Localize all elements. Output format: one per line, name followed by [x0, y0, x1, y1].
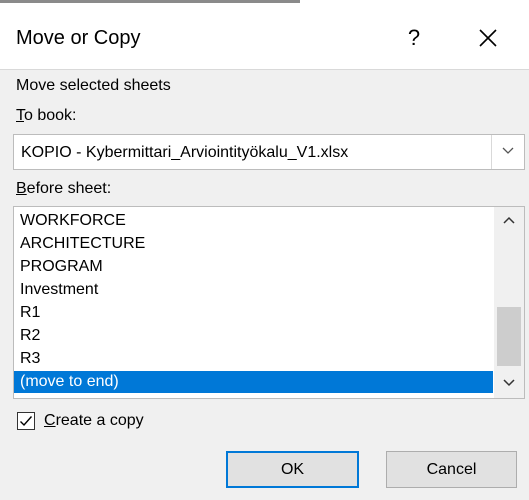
to-book-dropdown[interactable]: KOPIO - Kybermittari_Arviointityökalu_V1…: [13, 134, 525, 170]
to-book-label-text: o book:: [24, 107, 77, 124]
close-icon: [479, 29, 497, 47]
sheet-list-item[interactable]: R2: [14, 325, 493, 347]
sheet-list-item[interactable]: Investment: [14, 279, 493, 301]
cancel-button[interactable]: Cancel: [386, 451, 517, 488]
close-button[interactable]: [468, 22, 508, 54]
before-sheet-label-text: efore sheet:: [26, 180, 112, 197]
sheet-list-item[interactable]: R3: [14, 348, 493, 370]
sheet-list-item[interactable]: WORKFORCE: [14, 210, 493, 232]
before-sheet-label-accelerator: B: [16, 180, 27, 197]
dialog-title: Move or Copy: [16, 27, 141, 49]
chevron-down-icon: [502, 147, 514, 154]
create-copy-label-text: reate a copy: [55, 412, 144, 429]
to-book-dropdown-button[interactable]: [491, 135, 524, 169]
list-scrollbar[interactable]: [494, 207, 524, 398]
move-selected-sheets-heading: Move selected sheets: [16, 77, 171, 94]
title-bar: Move or Copy ?: [0, 0, 529, 70]
create-copy-checkbox[interactable]: [17, 412, 35, 430]
sheet-list-item-selected[interactable]: (move to end): [14, 371, 493, 393]
help-button[interactable]: ?: [396, 22, 432, 54]
scrollbar-thumb[interactable]: [497, 307, 521, 366]
before-sheet-label: Before sheet:: [16, 179, 111, 199]
sheet-list-item[interactable]: R1: [14, 302, 493, 324]
scroll-down-button[interactable]: [494, 370, 524, 398]
to-book-selected-value: KOPIO - Kybermittari_Arviointityökalu_V1…: [21, 144, 349, 161]
before-sheet-list[interactable]: WORKFORCE ARCHITECTURE PROGRAM Investmen…: [13, 206, 525, 399]
chevron-up-icon: [503, 216, 515, 224]
ok-button[interactable]: OK: [226, 451, 359, 488]
sheet-list-item[interactable]: ARCHITECTURE: [14, 233, 493, 255]
create-copy-label-accelerator: C: [44, 412, 56, 429]
title-bar-accent-strip: [0, 0, 300, 3]
to-book-label-accelerator: T: [16, 107, 24, 124]
chevron-down-icon: [503, 379, 515, 387]
to-book-label: To book:: [16, 106, 76, 126]
sheet-list-item[interactable]: PROGRAM: [14, 256, 493, 278]
checkmark-icon: [20, 416, 33, 427]
move-or-copy-dialog: Move or Copy ? Move selected sheets To b…: [0, 0, 529, 500]
create-copy-label: Create a copy: [44, 411, 144, 431]
scroll-up-button[interactable]: [494, 207, 524, 235]
